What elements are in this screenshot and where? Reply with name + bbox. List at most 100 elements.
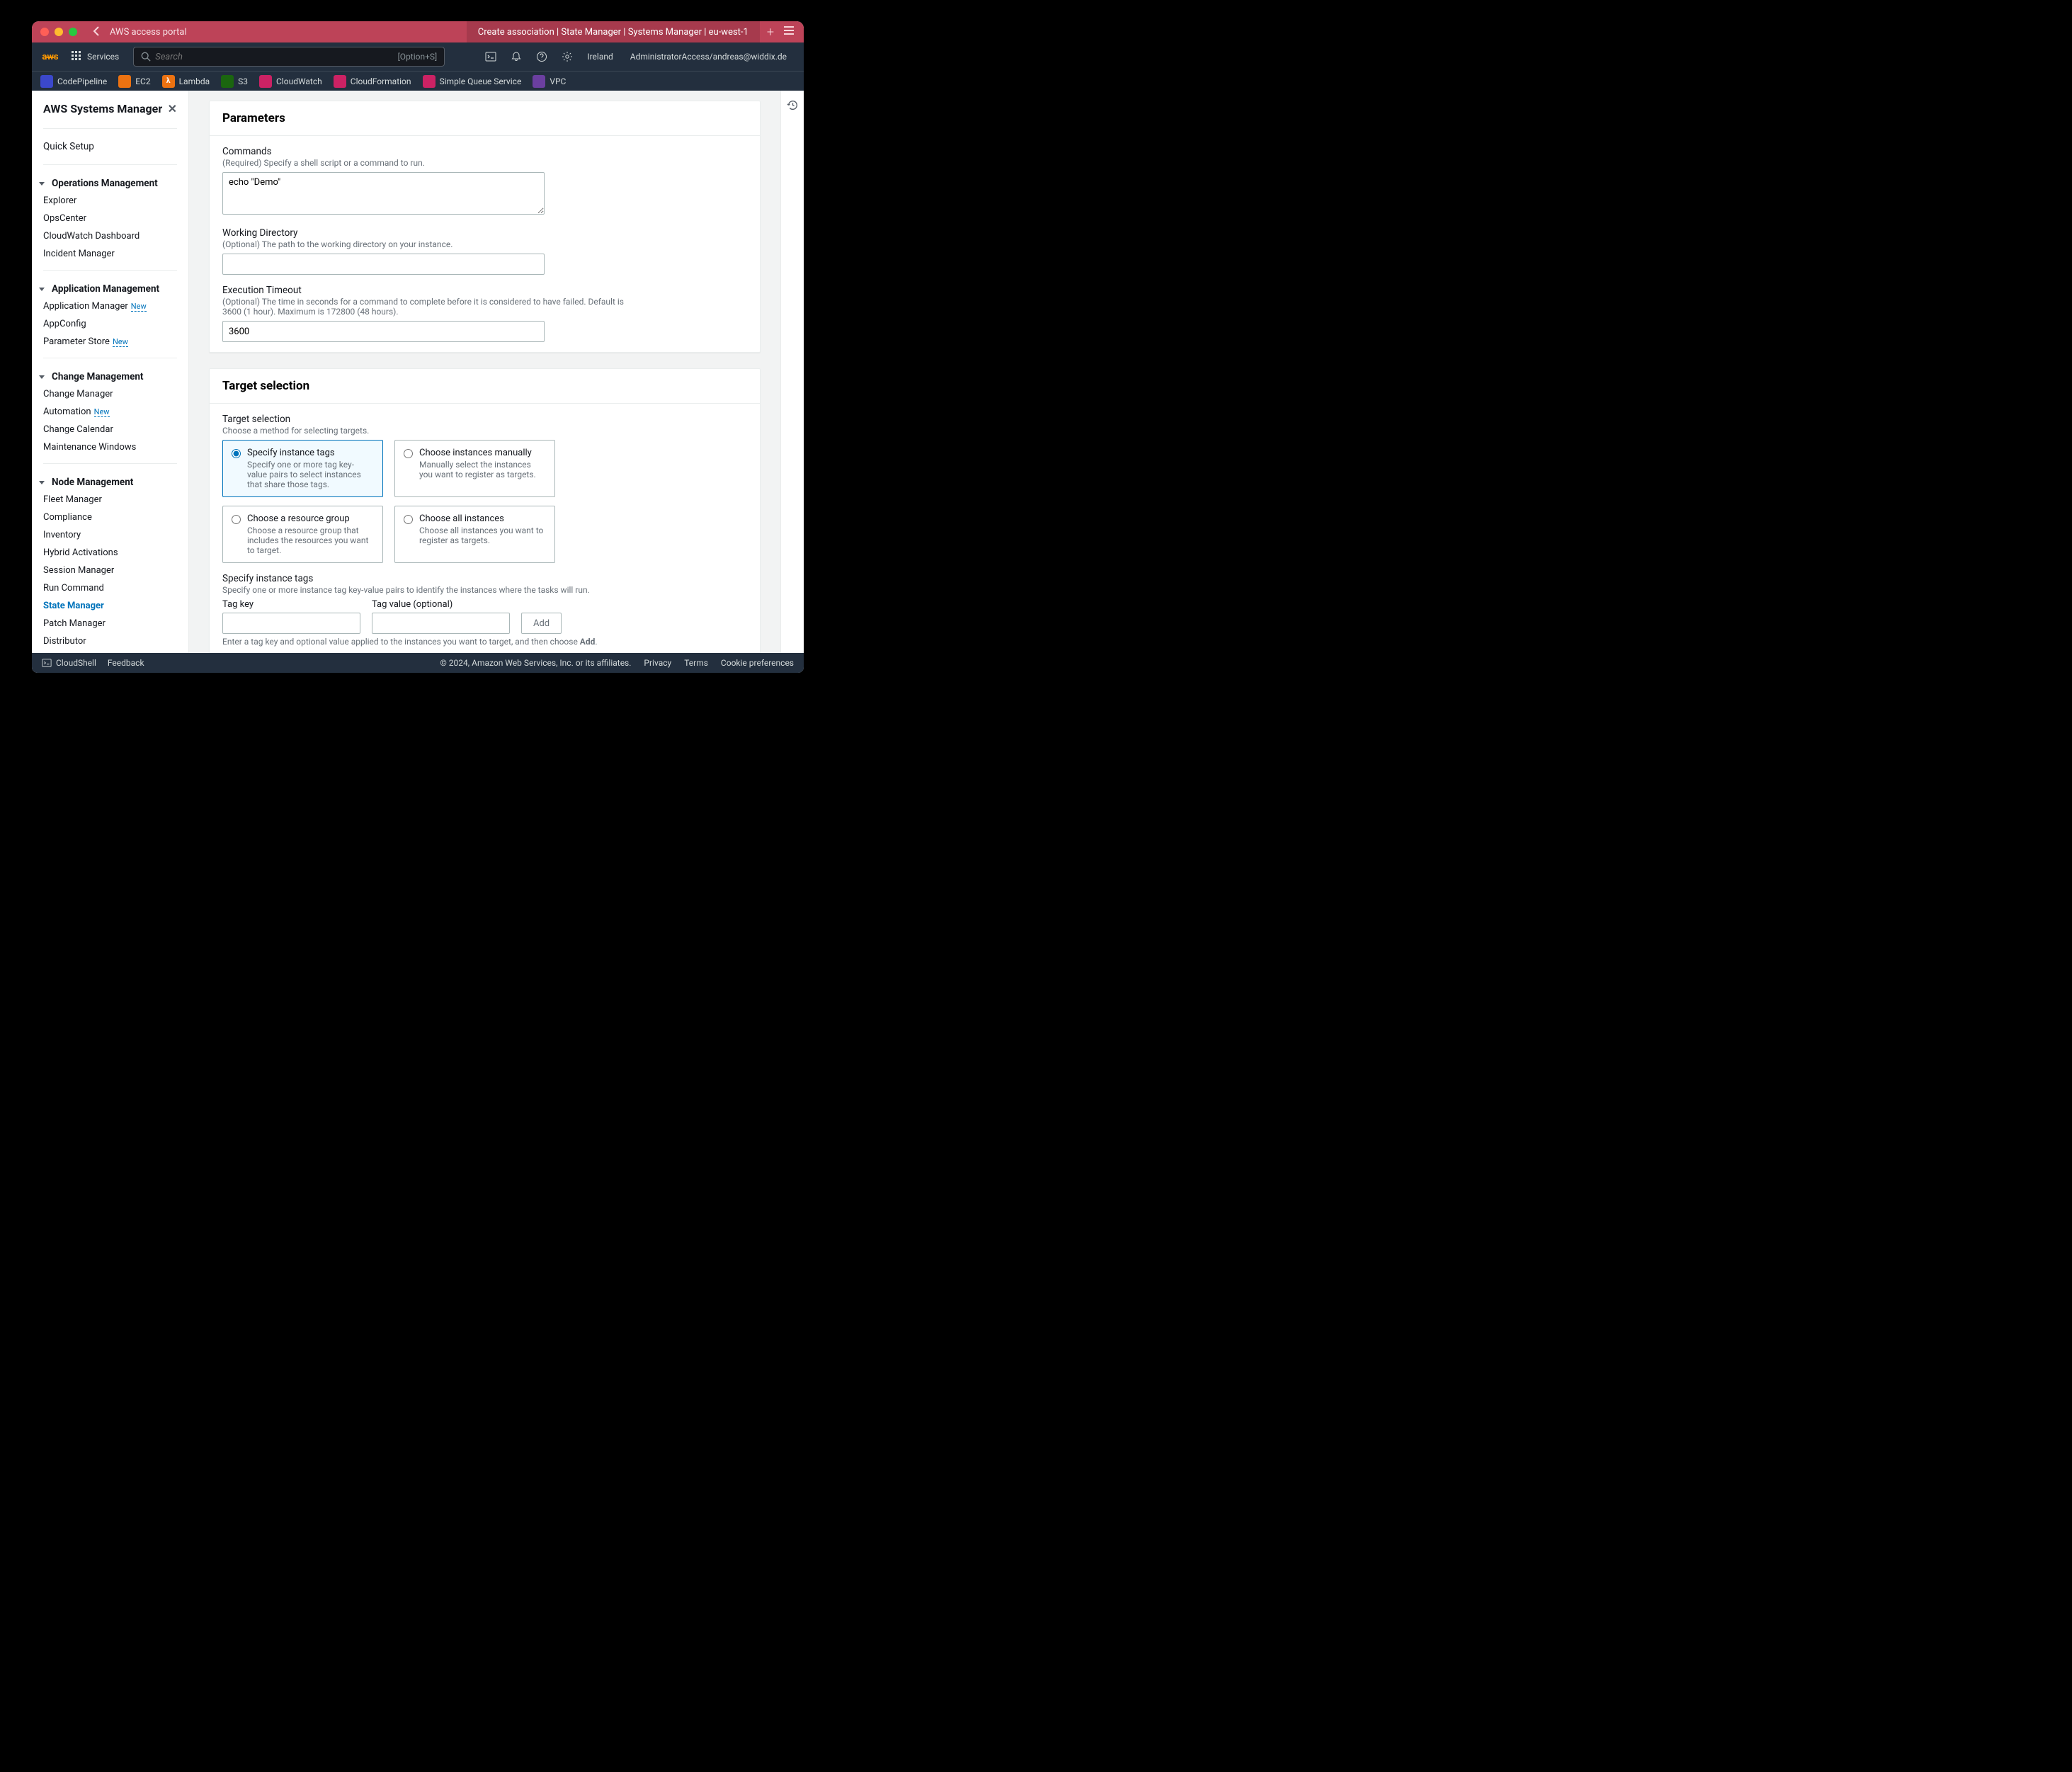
minimize-window[interactable] bbox=[55, 28, 63, 36]
nav-group-application[interactable]: Application Management bbox=[32, 278, 188, 297]
nav-maintenance-windows[interactable]: Maintenance Windows bbox=[32, 438, 188, 456]
nav-explorer[interactable]: Explorer bbox=[32, 192, 188, 210]
region-selector[interactable]: Ireland bbox=[580, 52, 622, 62]
workingdir-desc: (Optional) The path to the working direc… bbox=[222, 239, 747, 249]
svc-ec2[interactable]: EC2 bbox=[114, 75, 154, 88]
footer-privacy[interactable]: Privacy bbox=[644, 658, 671, 668]
radio-input[interactable] bbox=[404, 449, 413, 458]
nav-parameter-store[interactable]: Parameter StoreNew bbox=[32, 333, 188, 351]
right-rail bbox=[780, 91, 804, 653]
search-box[interactable]: [Option+S] bbox=[133, 47, 445, 67]
timeout-input[interactable] bbox=[222, 321, 545, 342]
radio-all-instances[interactable]: Choose all instances Choose all instance… bbox=[394, 506, 555, 563]
svc-cloudformation[interactable]: CloudFormation bbox=[329, 75, 416, 88]
window-controls bbox=[32, 28, 86, 36]
search-input[interactable] bbox=[155, 52, 397, 62]
nav-incident-manager[interactable]: Incident Manager bbox=[32, 245, 188, 263]
commands-input[interactable] bbox=[222, 172, 545, 215]
back-button[interactable] bbox=[86, 25, 107, 39]
browser-window: AWS access portal Create association | S… bbox=[32, 21, 804, 673]
commands-label: Commands bbox=[222, 146, 747, 157]
svc-vpc[interactable]: VPC bbox=[528, 75, 570, 88]
tab-title[interactable]: AWS access portal bbox=[107, 27, 187, 38]
nav-group-change[interactable]: Change Management bbox=[32, 365, 188, 385]
nav-hybrid-activations[interactable]: Hybrid Activations bbox=[32, 544, 188, 562]
nav-change-calendar[interactable]: Change Calendar bbox=[32, 421, 188, 438]
search-icon bbox=[141, 52, 151, 62]
sidebar-title: AWS Systems Manager bbox=[43, 102, 162, 115]
history-icon[interactable] bbox=[787, 99, 799, 653]
nav-inventory[interactable]: Inventory bbox=[32, 526, 188, 544]
nav-fleet-manager[interactable]: Fleet Manager bbox=[32, 491, 188, 509]
services-label: Services bbox=[87, 52, 119, 62]
sidebar-close[interactable]: ✕ bbox=[168, 102, 177, 115]
new-badge: New bbox=[113, 337, 128, 347]
radio-input[interactable] bbox=[232, 515, 241, 524]
specify-tags-desc: Specify one or more instance tag key-val… bbox=[222, 585, 747, 595]
workingdir-label: Working Directory bbox=[222, 227, 747, 239]
parameters-heading: Parameters bbox=[210, 101, 760, 136]
aws-logo[interactable]: aws bbox=[36, 52, 64, 62]
footer-copyright: © 2024, Amazon Web Services, Inc. or its… bbox=[440, 658, 631, 668]
svc-sqs[interactable]: Simple Queue Service bbox=[419, 75, 526, 88]
nav-session-manager[interactable]: Session Manager bbox=[32, 562, 188, 579]
nav-quick-setup[interactable]: Quick Setup bbox=[32, 136, 188, 157]
workingdir-input[interactable] bbox=[222, 254, 545, 275]
chevron-down-icon bbox=[39, 481, 45, 484]
timeout-label: Execution Timeout bbox=[222, 285, 747, 296]
tag-value-label: Tag value (optional) bbox=[372, 599, 510, 610]
add-tag-button[interactable]: Add bbox=[521, 613, 562, 634]
target-sel-desc: Choose a method for selecting targets. bbox=[222, 426, 747, 436]
new-badge: New bbox=[94, 407, 110, 417]
close-window[interactable] bbox=[40, 28, 49, 36]
target-sel-label: Target selection bbox=[222, 414, 747, 425]
notifications-icon[interactable] bbox=[503, 51, 529, 62]
footer-cookies[interactable]: Cookie preferences bbox=[721, 658, 794, 668]
service-shortcuts: CodePipeline EC2 λLambda S3 CloudWatch C… bbox=[32, 71, 804, 91]
nav-compliance[interactable]: Compliance bbox=[32, 509, 188, 526]
menu-icon[interactable] bbox=[784, 26, 794, 38]
nav-group-operations[interactable]: Operations Management bbox=[32, 172, 188, 192]
aws-nav: aws Services [Option+S] Ireland Administ… bbox=[32, 42, 804, 71]
new-tab-icon[interactable]: + bbox=[767, 25, 774, 40]
nav-state-manager[interactable]: State Manager bbox=[32, 597, 188, 615]
nav-run-command[interactable]: Run Command bbox=[32, 579, 188, 597]
tag-value-input[interactable] bbox=[372, 613, 510, 634]
help-icon[interactable] bbox=[529, 51, 554, 62]
specify-tags-label: Specify instance tags bbox=[222, 573, 747, 584]
nav-opscenter[interactable]: OpsCenter bbox=[32, 210, 188, 227]
radio-input[interactable] bbox=[232, 449, 241, 458]
radio-resource-group[interactable]: Choose a resource group Choose a resourc… bbox=[222, 506, 383, 563]
nav-change-manager[interactable]: Change Manager bbox=[32, 385, 188, 403]
page-breadcrumb: Create association | State Manager | Sys… bbox=[467, 21, 760, 42]
nav-appconfig[interactable]: AppConfig bbox=[32, 315, 188, 333]
svc-lambda[interactable]: λLambda bbox=[158, 75, 215, 88]
svc-s3[interactable]: S3 bbox=[217, 75, 252, 88]
cloudshell-icon[interactable] bbox=[478, 51, 503, 62]
nav-automation[interactable]: AutomationNew bbox=[32, 403, 188, 421]
chevron-down-icon bbox=[39, 375, 45, 379]
settings-icon[interactable] bbox=[554, 51, 580, 62]
services-menu[interactable]: Services bbox=[64, 51, 126, 62]
radio-input[interactable] bbox=[404, 515, 413, 524]
maximize-window[interactable] bbox=[69, 28, 77, 36]
tag-key-label: Tag key bbox=[222, 599, 360, 610]
grid-icon bbox=[72, 51, 83, 62]
footer-cloudshell[interactable]: CloudShell bbox=[42, 658, 96, 668]
timeout-desc: (Optional) The time in seconds for a com… bbox=[222, 297, 640, 317]
nav-distributor[interactable]: Distributor bbox=[32, 632, 188, 650]
nav-group-node[interactable]: Node Management bbox=[32, 471, 188, 491]
footer-terms[interactable]: Terms bbox=[684, 658, 708, 668]
nav-cloudwatch-dashboard[interactable]: CloudWatch Dashboard bbox=[32, 227, 188, 245]
radio-specify-tags[interactable]: Specify instance tags Specify one or mor… bbox=[222, 440, 383, 497]
nav-patch-manager[interactable]: Patch Manager bbox=[32, 615, 188, 632]
radio-choose-manually[interactable]: Choose instances manually Manually selec… bbox=[394, 440, 555, 497]
svc-cloudwatch[interactable]: CloudWatch bbox=[255, 75, 326, 88]
tag-key-input[interactable] bbox=[222, 613, 360, 634]
svc-codepipeline[interactable]: CodePipeline bbox=[36, 75, 111, 88]
account-menu[interactable]: AdministratorAccess/andreas@widdix.de bbox=[623, 52, 799, 62]
target-panel: Target selection Target selection Choose… bbox=[209, 368, 761, 653]
nav-application-manager[interactable]: Application ManagerNew bbox=[32, 297, 188, 315]
footer-feedback[interactable]: Feedback bbox=[108, 658, 144, 668]
commands-desc: (Required) Specify a shell script or a c… bbox=[222, 158, 747, 168]
